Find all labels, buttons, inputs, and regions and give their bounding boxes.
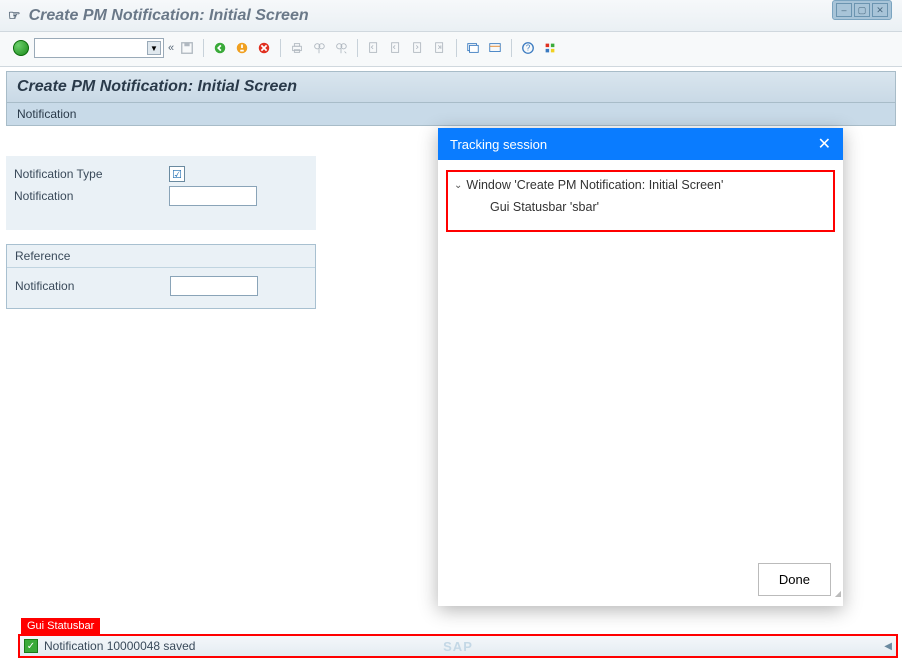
prev-page-icon[interactable] — [387, 39, 405, 57]
window-title: Create PM Notification: Initial Screen — [29, 7, 309, 25]
tree-window-node[interactable]: ⌄ Window 'Create PM Notification: Initia… — [454, 178, 827, 192]
resize-grip-icon[interactable]: ◢ — [829, 592, 841, 604]
help-icon[interactable]: ? — [519, 39, 537, 57]
restore-button[interactable]: ▢ — [854, 3, 870, 17]
statusbar: ✓ Notification 10000048 saved SAP ◀ — [18, 634, 898, 658]
reference-fieldset: Reference Notification — [6, 244, 316, 309]
tree-statusbar-label: Gui Statusbar 'sbar' — [490, 200, 599, 214]
notification-type-label: Notification Type — [14, 167, 169, 181]
history-chevron[interactable]: « — [168, 42, 174, 54]
done-button[interactable]: Done — [758, 563, 831, 596]
print-icon[interactable] — [288, 39, 306, 57]
svg-text:?: ? — [526, 44, 531, 53]
command-combo[interactable]: ▼ — [34, 38, 164, 58]
notification-input[interactable] — [169, 186, 257, 206]
popup-titlebar: Tracking session ✕ — [438, 128, 843, 160]
last-page-icon[interactable] — [431, 39, 449, 57]
close-icon[interactable]: ✕ — [818, 134, 831, 154]
find-next-icon[interactable] — [332, 39, 350, 57]
save-icon[interactable] — [178, 39, 196, 57]
exit-icon[interactable] — [233, 39, 251, 57]
tracking-session-popup: Tracking session ✕ ⌄ Window 'Create PM N… — [438, 128, 843, 606]
popup-title: Tracking session — [450, 137, 547, 152]
layout-icon[interactable] — [486, 39, 504, 57]
notification-type-field[interactable]: ☑ — [169, 166, 185, 182]
close-window-button[interactable]: ✕ — [872, 3, 888, 17]
tree-statusbar-node[interactable]: Gui Statusbar 'sbar' — [454, 192, 827, 214]
reference-notification-input[interactable] — [170, 276, 258, 296]
status-expand-icon[interactable]: ◀ — [884, 641, 892, 652]
new-session-icon[interactable] — [464, 39, 482, 57]
chevron-down-icon[interactable]: ▼ — [147, 41, 161, 55]
page-subheader: Notification — [6, 103, 896, 126]
sap-logo: SAP — [443, 639, 473, 654]
back-icon[interactable] — [211, 39, 229, 57]
popup-body: ⌄ Window 'Create PM Notification: Initia… — [438, 160, 843, 553]
status-message: Notification 10000048 saved — [44, 639, 195, 653]
toolbar: ▼ « ? — [0, 32, 902, 67]
form-area: Notification Type ☑ Notification — [6, 156, 316, 230]
reference-notification-label: Notification — [15, 279, 170, 293]
chevron-down-icon[interactable]: ⌄ — [454, 180, 462, 191]
notification-label: Notification — [14, 189, 169, 203]
tracking-tree: ⌄ Window 'Create PM Notification: Initia… — [446, 170, 835, 232]
titlebar: ☞ Create PM Notification: Initial Screen — [0, 0, 902, 32]
first-page-icon[interactable] — [365, 39, 383, 57]
minimize-button[interactable]: – — [836, 3, 852, 17]
next-page-icon[interactable] — [409, 39, 427, 57]
page-title: Create PM Notification: Initial Screen — [6, 71, 896, 103]
popup-footer: Done ◢ — [438, 553, 843, 606]
statusbar-annotation: Gui Statusbar — [21, 618, 100, 634]
back-icon: ☞ — [8, 7, 21, 24]
reference-legend: Reference — [7, 245, 315, 268]
window-controls: – ▢ ✕ — [832, 0, 892, 20]
customize-icon[interactable] — [541, 39, 559, 57]
find-icon[interactable] — [310, 39, 328, 57]
tree-window-label: Window 'Create PM Notification: Initial … — [466, 178, 723, 192]
ok-icon[interactable] — [12, 39, 30, 57]
cancel-icon[interactable] — [255, 39, 273, 57]
success-icon: ✓ — [24, 639, 38, 653]
